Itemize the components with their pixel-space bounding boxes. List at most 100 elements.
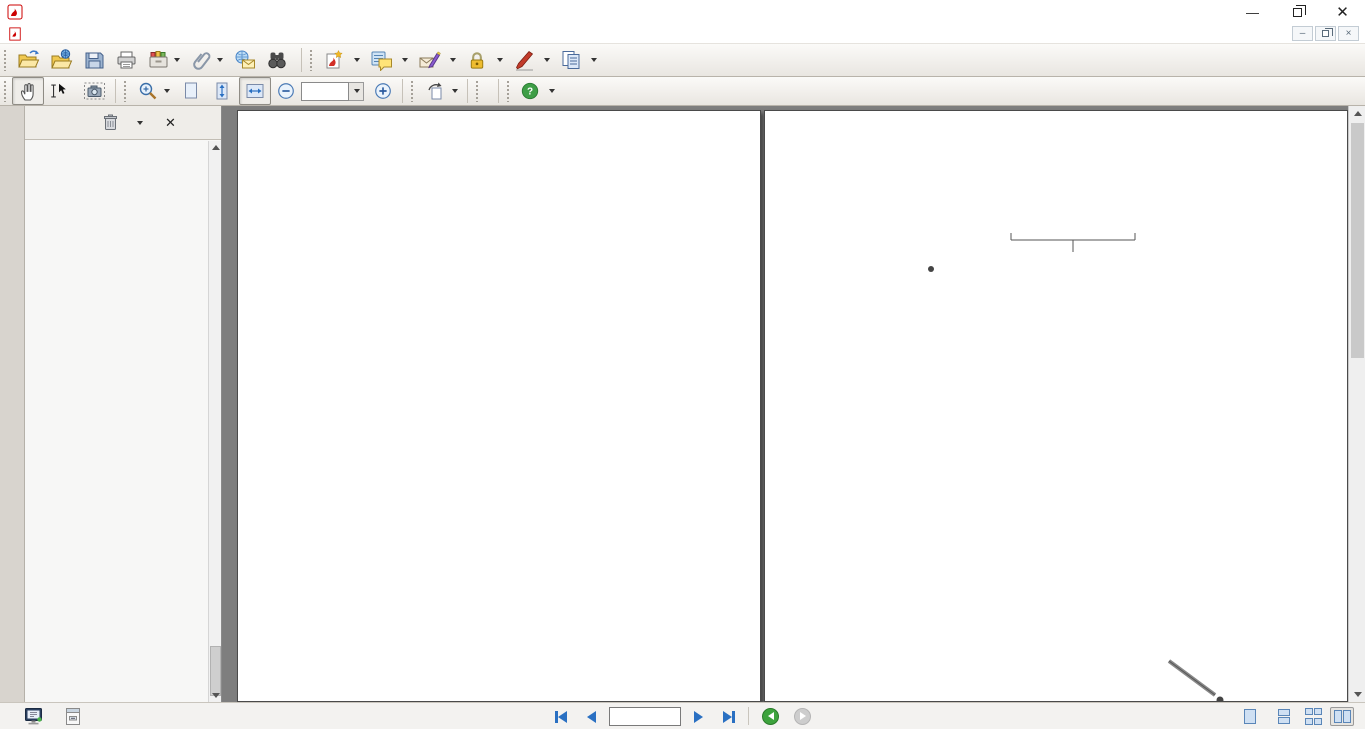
delete-pages-icon[interactable] — [103, 114, 118, 131]
attach-button[interactable] — [185, 46, 228, 74]
svg-text:?: ? — [527, 87, 533, 98]
restore-button[interactable] — [1275, 0, 1320, 24]
doc-restore-icon — [1322, 30, 1329, 37]
email-button[interactable] — [228, 46, 261, 74]
zoom-out-icon — [276, 81, 296, 101]
lock-icon — [466, 49, 488, 71]
rotate-pages-button[interactable] — [419, 77, 463, 105]
hand-tool-button[interactable] — [12, 77, 44, 105]
attach-dropdown-caret — [217, 58, 223, 62]
document-scrollbar[interactable] — [1348, 106, 1365, 702]
actual-size-icon — [180, 80, 202, 102]
select-tool-button[interactable] — [44, 77, 78, 105]
doc-restore-button[interactable] — [1315, 26, 1336, 41]
toolbar-grip[interactable] — [410, 80, 415, 102]
last-page-button[interactable] — [716, 707, 742, 726]
document-window-controls: – × — [1292, 26, 1365, 41]
toolbar-grip[interactable] — [309, 49, 314, 71]
sign-button[interactable] — [508, 46, 555, 74]
search-button[interactable] — [261, 46, 297, 74]
yahoo-search-button[interactable] — [484, 88, 494, 94]
panel-scrollbar[interactable] — [208, 141, 221, 702]
panel-scroll-up[interactable] — [209, 141, 222, 154]
page-indicator — [609, 708, 681, 725]
fit-height-icon — [212, 80, 234, 102]
fit-width-button[interactable] — [239, 77, 271, 105]
callout-layer — [765, 111, 1347, 701]
zoom-in-icon — [373, 81, 393, 101]
binoculars-icon — [266, 49, 288, 71]
toolbar-grip[interactable] — [123, 80, 128, 102]
page-indicator-input[interactable] — [609, 707, 681, 726]
forms-button[interactable] — [555, 46, 602, 74]
main-area: ✕ — [0, 106, 1365, 702]
facing-layout-button[interactable] — [1302, 707, 1324, 726]
help-icon: ? — [520, 81, 540, 101]
two-up-layout-button[interactable] — [1330, 707, 1354, 726]
close-button[interactable]: ✕ — [1320, 0, 1365, 24]
open-web-button[interactable] — [45, 46, 78, 74]
open-folder-icon — [17, 49, 40, 71]
secure-button[interactable] — [461, 46, 508, 74]
magnifier-plus-icon — [137, 80, 159, 102]
open-button[interactable] — [12, 46, 45, 74]
doc-close-button[interactable]: × — [1338, 26, 1359, 41]
fit-page-button[interactable] — [207, 77, 239, 105]
forms-caret — [591, 58, 597, 62]
snapshot-camera-icon — [83, 80, 106, 102]
doc-scroll-down[interactable] — [1349, 687, 1365, 702]
first-page-button[interactable] — [548, 707, 574, 726]
acrobat-app-icon — [7, 4, 23, 20]
previous-page-button[interactable] — [578, 707, 604, 726]
toolbar-grip[interactable] — [475, 80, 480, 102]
document-icon — [8, 27, 22, 41]
paperclip-icon — [190, 49, 212, 71]
comment-markup-icon — [370, 49, 393, 71]
continuous-layout-button[interactable] — [1272, 707, 1296, 726]
toolbar-grip[interactable] — [3, 80, 8, 102]
doc-scroll-thumb[interactable] — [1351, 123, 1364, 358]
page-navigation-toolbar: ? — [0, 77, 1365, 106]
thumbnail-list — [25, 141, 207, 702]
pages-panel: ✕ — [25, 106, 222, 702]
print-button[interactable] — [110, 46, 142, 74]
actual-size-button[interactable] — [175, 77, 207, 105]
file-toolbar — [0, 44, 1365, 77]
printer-icon — [115, 49, 137, 71]
help-caret — [549, 89, 555, 93]
zoom-in-button[interactable] — [368, 78, 398, 104]
zoom-level-input[interactable] — [301, 82, 349, 101]
panel-scroll-down[interactable] — [209, 689, 222, 702]
create-pdf-button[interactable] — [318, 46, 365, 74]
comment-markup-button[interactable] — [365, 46, 413, 74]
send-for-review-caret — [450, 58, 456, 62]
zoom-out-button[interactable] — [271, 78, 301, 104]
doc-scroll-up[interactable] — [1349, 106, 1365, 121]
organizer-button[interactable] — [142, 46, 185, 74]
toolbar-grip[interactable] — [506, 80, 511, 102]
restore-icon — [1293, 8, 1302, 17]
next-page-button[interactable] — [685, 707, 711, 726]
doc-minimize-button[interactable]: – — [1292, 26, 1313, 41]
toolbar-grip[interactable] — [3, 49, 8, 71]
help-button[interactable]: ? — [515, 78, 560, 104]
page-view-icon[interactable] — [64, 707, 82, 729]
email-globe-icon — [233, 49, 256, 71]
hand-icon — [17, 80, 39, 102]
previous-view-button[interactable] — [762, 707, 779, 725]
fit-width-icon — [244, 80, 266, 102]
create-pdf-icon — [323, 49, 345, 71]
minimize-button[interactable]: — — [1230, 0, 1275, 24]
pages-options-button[interactable] — [132, 121, 143, 125]
panel-close-button[interactable]: ✕ — [165, 115, 176, 131]
zoom-tool-button[interactable] — [132, 77, 175, 105]
document-status-icon[interactable] — [24, 707, 44, 729]
document-area[interactable] — [222, 106, 1365, 702]
create-pdf-caret — [354, 58, 360, 62]
single-page-layout-button[interactable] — [1238, 707, 1262, 726]
next-view-button[interactable] — [794, 707, 811, 725]
snapshot-tool-button[interactable] — [78, 77, 111, 105]
zoom-level-dropdown[interactable] — [349, 82, 364, 101]
save-button[interactable] — [78, 46, 110, 74]
send-for-review-button[interactable] — [413, 46, 461, 74]
